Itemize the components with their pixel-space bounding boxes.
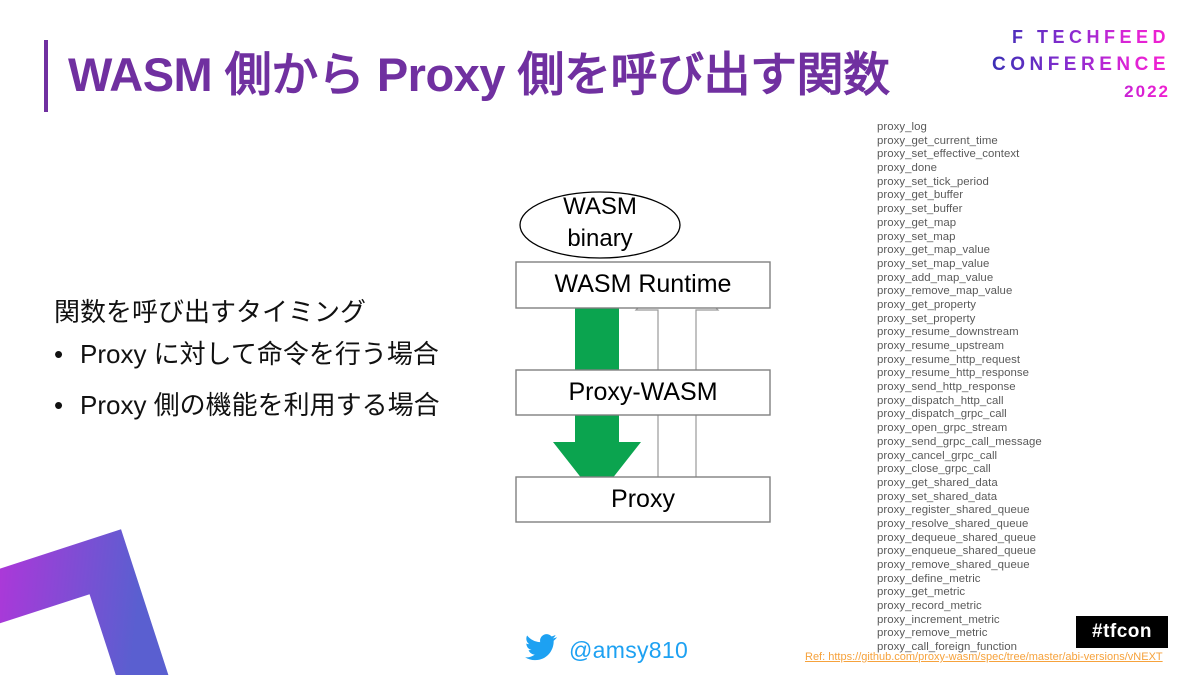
function-name-item: proxy_record_metric — [877, 600, 982, 613]
proxy-wasm-label: Proxy-WASM — [568, 378, 718, 406]
function-name-item: proxy_resume_http_request — [877, 353, 1021, 366]
logo-line-techfeed: F TECHFEED — [992, 28, 1170, 46]
function-name-item: proxy_set_buffer — [877, 203, 963, 216]
function-name-item: proxy_remove_map_value — [877, 285, 1013, 298]
bullet-list: • Proxy に対して命令を行う場合 • Proxy 側の機能を利用する場合 — [54, 337, 474, 439]
twitter-credit: @amsy810 — [525, 634, 688, 666]
function-name-item: proxy_set_map — [877, 230, 956, 243]
wasm-binary-label-line1: WASM — [563, 193, 637, 220]
function-name-item: proxy_define_metric — [877, 572, 981, 585]
wasm-runtime-label: WASM Runtime — [554, 270, 732, 298]
list-item-label: Proxy に対して命令を行う場合 — [80, 339, 439, 369]
function-name-item: proxy_set_map_value — [877, 257, 990, 270]
function-name-item: proxy_set_tick_period — [877, 175, 989, 188]
function-name-item: proxy_log — [877, 121, 927, 133]
function-name-item: proxy_resolve_shared_queue — [877, 517, 1029, 530]
decorative-chevron — [0, 508, 188, 675]
bullet-marker-icon: • — [54, 390, 64, 421]
list-item: • Proxy に対して命令を行う場合 — [54, 337, 474, 372]
function-name-item: proxy_dispatch_grpc_call — [877, 408, 1007, 421]
function-name-item: proxy_remove_shared_queue — [877, 559, 1030, 571]
function-name-item: proxy_get_current_time — [877, 134, 998, 147]
function-name-item: proxy_get_property — [877, 298, 977, 311]
twitter-bird-icon — [525, 634, 557, 666]
function-name-item: proxy_add_map_value — [877, 271, 994, 284]
function-name-item: proxy_get_map — [877, 216, 957, 229]
conference-logo: F TECHFEED CONFERENCE 2022 — [992, 28, 1170, 100]
twitter-handle-label: @amsy810 — [569, 636, 689, 663]
function-name-item: proxy_set_effective_context — [877, 148, 1020, 161]
function-name-item: proxy_set_shared_data — [877, 490, 998, 503]
function-name-item: proxy_get_buffer — [877, 189, 964, 202]
function-name-item: proxy_register_shared_queue — [877, 504, 1030, 517]
logo-line-conference: CONFERENCE — [991, 54, 1170, 75]
function-name-item: proxy_dispatch_http_call — [877, 394, 1004, 407]
proxy-label: Proxy — [611, 485, 675, 513]
function-name-item: proxy_get_map_value — [877, 244, 991, 257]
architecture-diagram: WASM binary WASM Runtime Proxy-WASM Prox… — [505, 180, 795, 540]
function-name-item: proxy_resume_downstream — [877, 326, 1019, 339]
function-name-item: proxy_get_metric — [877, 586, 966, 599]
function-name-item: proxy_send_http_response — [877, 381, 1016, 394]
function-name-item: proxy_get_shared_data — [877, 476, 998, 489]
function-name-item: proxy_send_grpc_call_message — [877, 435, 1042, 448]
body-lead-text: 関数を呼び出すタイミング — [54, 297, 367, 327]
list-item-label: Proxy 側の機能を利用する場合 — [80, 390, 440, 421]
wasm-binary-label: WASM binary — [520, 191, 680, 254]
reference-link[interactable]: Ref: https://github.com/proxy-wasm/spec/… — [805, 651, 1163, 663]
bullet-marker-icon: • — [54, 339, 64, 369]
logo-year: 2022 — [992, 83, 1170, 100]
function-name-item: proxy_enqueue_shared_queue — [877, 545, 1037, 558]
function-name-item: proxy_dequeue_shared_queue — [877, 531, 1037, 544]
function-name-item: proxy_cancel_grpc_call — [877, 449, 998, 462]
function-name-item: proxy_done — [877, 162, 938, 175]
function-name-item: proxy_close_grpc_call — [877, 463, 991, 476]
proxy-function-list: proxy_log proxy_get_current_time proxy_set… — [877, 121, 1177, 655]
function-name-item: proxy_set_property — [877, 312, 976, 325]
wasm-binary-label-line2: binary — [567, 224, 633, 252]
hashtag-badge: #tfcon — [1076, 616, 1168, 648]
page-title: WASM 側から Proxy 側を呼び出す関数 — [68, 48, 890, 101]
function-name-item: proxy_resume_http_response — [877, 367, 1029, 380]
function-name-item: proxy_resume_upstream — [877, 340, 1005, 352]
slide-root: WASM 側から Proxy 側を呼び出す関数 F TECHFEED CONFE… — [0, 0, 1200, 675]
title-accent-bar — [44, 40, 48, 112]
list-item: • Proxy 側の機能を利用する場合 — [54, 388, 474, 423]
function-name-item: proxy_open_grpc_stream — [877, 422, 1008, 435]
